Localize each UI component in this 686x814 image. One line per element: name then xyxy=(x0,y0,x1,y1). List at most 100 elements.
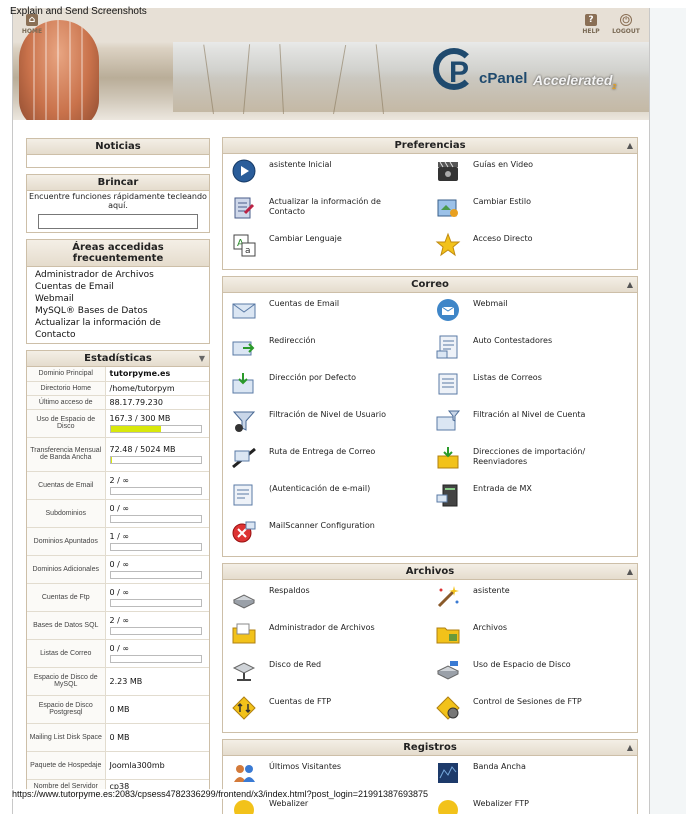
sidebar: Noticias Brincar Encuentre funciones ráp… xyxy=(26,138,210,801)
feature-label: Actualizar la información de Contacto xyxy=(269,197,381,216)
feature-link[interactable]: Webalizer xyxy=(231,797,435,814)
search-box: Brincar Encuentre funciones rápidamente … xyxy=(26,174,210,233)
feature-label: Últimos Visitantes xyxy=(269,762,342,771)
collapse-icon[interactable]: ▼ xyxy=(199,354,205,363)
feature-link[interactable]: Aa Cambiar Lenguaje xyxy=(231,232,435,269)
search-input[interactable] xyxy=(38,214,198,229)
feature-label: Acceso Directo xyxy=(473,234,533,243)
webalizer-icon xyxy=(231,797,257,814)
collapse-icon[interactable]: ▲ xyxy=(627,567,633,576)
panel-header[interactable]: Archivos ▲ xyxy=(223,564,637,580)
stats-label: Bases de Datos SQL xyxy=(27,611,106,640)
feature-label: Cuentas de Email xyxy=(269,299,340,308)
forward-icon xyxy=(231,334,257,360)
stats-label: Último acceso de xyxy=(27,395,106,410)
feature-label: Disco de Red xyxy=(269,660,322,669)
feature-link[interactable]: (Autenticación de e-mail) xyxy=(231,482,435,519)
feature-link[interactable]: asistente Inicial xyxy=(231,158,435,195)
home-button[interactable]: ⌂ HOME xyxy=(16,14,48,35)
feature-link[interactable]: Actualizar la información de Contacto xyxy=(231,195,435,232)
user-filter-icon xyxy=(231,408,257,434)
feature-link[interactable]: Guías en Video xyxy=(435,158,639,195)
stats-label: Uso de Espacio de Disco xyxy=(27,409,106,438)
stats-label: Directorio Home xyxy=(27,381,106,396)
mailing-list-icon xyxy=(435,371,461,397)
feature-link[interactable]: Respaldos xyxy=(231,584,435,621)
collapse-icon[interactable]: ▲ xyxy=(627,280,633,289)
stats-value: 2.23 MB xyxy=(105,667,209,696)
usage-bar xyxy=(109,486,202,495)
usage-bar xyxy=(109,570,202,579)
feature-link[interactable]: asistente xyxy=(435,584,639,621)
header-banner: ⌂ HOME ? HELP ⏻ LOGOUT P cPanel Accelera… xyxy=(13,8,649,120)
feature-link[interactable]: Filtración al Nivel de Cuenta xyxy=(435,408,639,445)
feature-link[interactable]: Webalizer FTP xyxy=(435,797,639,814)
feature-link[interactable]: Banda Ancha xyxy=(435,760,639,797)
feature-label: Administrador de Archivos xyxy=(269,623,375,632)
usage-bar xyxy=(109,654,202,663)
stats-row: Espacio de Disco de MySQL 2.23 MB xyxy=(27,667,209,696)
frequent-link[interactable]: Cuentas de Email xyxy=(35,281,203,293)
stats-label: Subdominios xyxy=(27,499,106,528)
feature-link[interactable]: Entrada de MX xyxy=(435,482,639,519)
feature-link[interactable]: Control de Sesiones de FTP xyxy=(435,695,639,732)
svg-text:a: a xyxy=(245,246,251,256)
stats-row: Uso de Espacio de Disco 167.3 / 300 MB xyxy=(27,409,209,438)
collapse-icon[interactable]: ▲ xyxy=(627,141,633,150)
bandwidth-icon xyxy=(435,760,461,786)
feature-link[interactable]: Uso de Espacio de Disco xyxy=(435,658,639,695)
panel-preferencias: Preferencias ▲ asistente Inicial Guías en … xyxy=(222,137,638,270)
feature-link[interactable]: Listas de Correos xyxy=(435,371,639,408)
collapse-icon[interactable]: ▲ xyxy=(627,743,633,752)
feature-link[interactable]: Dirección por Defecto xyxy=(231,371,435,408)
panel-header[interactable]: Registros ▲ xyxy=(223,740,637,756)
stats-value: 2 / ∞ xyxy=(105,611,209,640)
icon-grid: Últimos Visitantes Banda Ancha Webalizer We… xyxy=(223,756,637,814)
feature-link[interactable]: Cambiar Estilo xyxy=(435,195,639,232)
logo-accelerated: Accelerated2 xyxy=(533,72,617,91)
stats-label: Dominios Adicionales xyxy=(27,555,106,584)
feature-link[interactable]: Archivos xyxy=(435,621,639,658)
stats-value: 0 MB xyxy=(105,723,209,752)
panel-correo: Correo ▲ Cuentas de Email Webmail Redirecci… xyxy=(222,276,638,557)
help-icon: ? xyxy=(585,14,597,26)
search-title: Brincar xyxy=(27,175,209,191)
frequent-link[interactable]: Actualizar la información de Contacto xyxy=(35,317,203,341)
feature-link[interactable]: Acceso Directo xyxy=(435,232,639,269)
feature-link[interactable]: Auto Contestadores xyxy=(435,334,639,371)
usage-bar xyxy=(109,598,202,607)
logout-button[interactable]: ⏻ LOGOUT xyxy=(610,14,642,35)
feature-link[interactable]: Cuentas de Email xyxy=(231,297,435,334)
autoresponder-icon xyxy=(435,334,461,360)
feature-link[interactable]: Webmail xyxy=(435,297,639,334)
frequent-link[interactable]: Webmail xyxy=(35,293,203,305)
mailscanner-icon xyxy=(231,519,257,545)
feature-label: Cambiar Estilo xyxy=(473,197,532,206)
feature-link[interactable]: Direcciones de importación/ Reenviadores xyxy=(435,445,639,482)
frequent-link[interactable]: MySQL® Bases de Datos xyxy=(35,305,203,317)
shell-image xyxy=(19,20,99,120)
frequent-link[interactable]: Administrador de Archivos xyxy=(35,269,203,281)
news-box: Noticias xyxy=(26,138,210,168)
feature-link[interactable]: Disco de Red xyxy=(231,658,435,695)
feature-label: Uso de Espacio de Disco xyxy=(473,660,571,669)
feature-link[interactable]: Cuentas de FTP xyxy=(231,695,435,732)
feature-link[interactable]: MailScanner Configuration xyxy=(231,519,435,556)
icon-grid: Respaldos asistente Administrador de Archi… xyxy=(223,580,637,732)
help-button[interactable]: ? HELP xyxy=(575,14,607,35)
stats-row: Subdominios 0 / ∞ xyxy=(27,499,209,528)
stats-value: /home/tutorpym xyxy=(105,381,209,396)
panel-header[interactable]: Correo ▲ xyxy=(223,277,637,293)
panel-header[interactable]: Preferencias ▲ xyxy=(223,138,637,154)
stats-title: Estadísticas xyxy=(84,353,152,364)
feature-label: Direcciones de importación/ Reenviadores xyxy=(473,447,586,466)
feature-link[interactable]: Ruta de Entrega de Correo xyxy=(231,445,435,482)
stats-header[interactable]: Estadísticas ▼ xyxy=(27,351,209,367)
feature-link[interactable]: Filtración de Nivel de Usuario xyxy=(231,408,435,445)
feature-link[interactable]: Administrador de Archivos xyxy=(231,621,435,658)
feature-link[interactable]: Redirección xyxy=(231,334,435,371)
logo-p-mark: P xyxy=(449,56,470,89)
language-icon: Aa xyxy=(231,232,257,258)
feature-label: Entrada de MX xyxy=(473,484,532,493)
stats-value: 167.3 / 300 MB xyxy=(105,409,209,438)
